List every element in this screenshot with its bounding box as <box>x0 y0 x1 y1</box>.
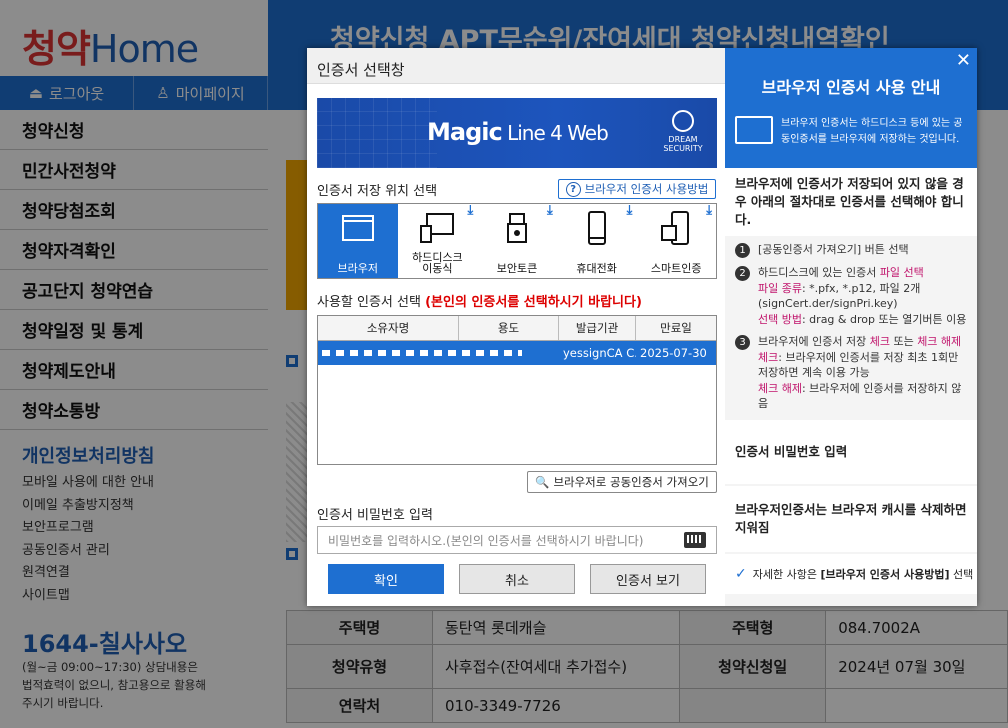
download-icon: ⤓ <box>626 203 633 218</box>
close-icon[interactable]: ✕ <box>956 50 971 71</box>
redacted-owner <box>322 350 522 356</box>
password-label: 인증서 비밀번호 입력 <box>317 508 433 523</box>
ok-button[interactable]: 확인 <box>328 564 444 594</box>
browser-cert-guide: ✕ 브라우저 인증서 사용 안내 브라우저 인증서는 하드디스크 등에 있는 공… <box>725 48 977 606</box>
dialog-buttons: 확인 취소 인증서 보기 <box>328 564 706 594</box>
download-icon: ⤓ <box>547 203 553 218</box>
guide-desc: 브라우저 인증서는 하드디스크 등에 있는 공동인증서를 브라우저에 저장하는 … <box>781 118 963 145</box>
magicline-banner: Magic Line 4 Web DREAM SECURITY <box>317 98 717 168</box>
browser-icon <box>341 215 374 241</box>
import-cert-button[interactable]: 🔍 브라우저로 공동인증서 가져오기 <box>527 471 717 493</box>
cert-owner <box>318 350 559 356</box>
guide-password-section: 인증서 비밀번호 입력 <box>725 420 977 484</box>
cancel-button[interactable]: 취소 <box>459 564 575 594</box>
search-icon: 🔍 <box>535 475 550 489</box>
guide-cache-section: 브라우저인증서는 브라우저 캐시를 삭제하면 지워짐 <box>725 486 977 552</box>
certificate-row[interactable]: yessignCA C... 2025-07-30 <box>318 341 716 365</box>
password-input[interactable]: 비밀번호를 입력하시오.(본인의 인증서를 선택하시기 바랍니다) <box>317 526 717 554</box>
table-header: 소유자명 용도 발급기관 만료일 <box>318 316 716 341</box>
browser-cert-help-button[interactable]: ? 브라우저 인증서 사용방법 <box>558 179 716 199</box>
vendor-logo: DREAM SECURITY <box>655 110 711 160</box>
guide-title: 브라우저 인증서 사용 안내 <box>761 78 941 97</box>
guide-footer: ✓ 자세한 사항은 [브라우저 인증서 사용방법] 선택 <box>725 554 977 594</box>
storage-browser[interactable]: 브라우저 <box>318 204 398 278</box>
storage-token[interactable]: ⤓ 보안토큰 <box>477 204 557 278</box>
browser-card-icon <box>735 116 773 144</box>
storage-label: 인증서 저장 위치 선택 <box>317 184 438 199</box>
check-icon: ✓ <box>735 566 747 582</box>
download-icon: ⤓ <box>467 203 474 218</box>
guide-intro: 브라우저에 인증서가 저장되어 있지 않을 경우 아래의 절차대로 인증서를 선… <box>725 168 977 236</box>
guide-steps: 1 [공동인증서 가져오기] 버튼 선택 2 하드디스크에 있는 인증서 파일 선택… <box>725 236 977 420</box>
storage-harddisk[interactable]: ⤓ 하드디스크 이동식 <box>398 204 478 278</box>
mobile-phone-icon <box>587 211 606 245</box>
download-icon: ⤓ <box>706 203 712 218</box>
smart-auth-icon <box>661 211 690 245</box>
certificate-table: 소유자명 용도 발급기관 만료일 yessignCA C... 2025-07-… <box>317 315 717 465</box>
view-cert-button[interactable]: 인증서 보기 <box>590 564 706 594</box>
select-cert-label: 사용할 인증서 선택 (본인의 인증서를 선택하시기 바랍니다) <box>317 295 642 310</box>
guide-step-2: 2 하드디스크에 있는 인증서 파일 선택 파일 종류: *.pfx, *.p12,… <box>735 265 967 327</box>
security-token-icon <box>506 213 527 243</box>
question-icon: ? <box>565 181 581 197</box>
guide-step-3: 3 브라우저에 인증서 저장 체크 또는 체크 해제 체크: 브라우저에 인증서를 … <box>735 334 967 412</box>
certificate-dialog: 인증서 선택창 Magic Line 4 Web DREAM SECURITY 인… <box>307 48 977 606</box>
storage-phone[interactable]: ⤓ 휴대전화 <box>557 204 637 278</box>
harddisk-icon <box>420 213 455 243</box>
dialog-title: 인증서 선택창 <box>307 48 725 84</box>
keyboard-icon[interactable] <box>684 532 706 548</box>
guide-header: ✕ 브라우저 인증서 사용 안내 브라우저 인증서는 하드디스크 등에 있는 공… <box>725 48 977 168</box>
storage-smart-auth[interactable]: ⤓ 스마트인증 <box>636 204 716 278</box>
guide-step-1: 1 [공동인증서 가져오기] 버튼 선택 <box>735 242 967 258</box>
storage-selector: 브라우저 ⤓ 하드디스크 이동식 ⤓ 보안토큰 ⤓ 휴대전화 ⤓ 스마트인증 <box>317 203 717 279</box>
product-name: Magic Line 4 Web <box>427 118 609 146</box>
